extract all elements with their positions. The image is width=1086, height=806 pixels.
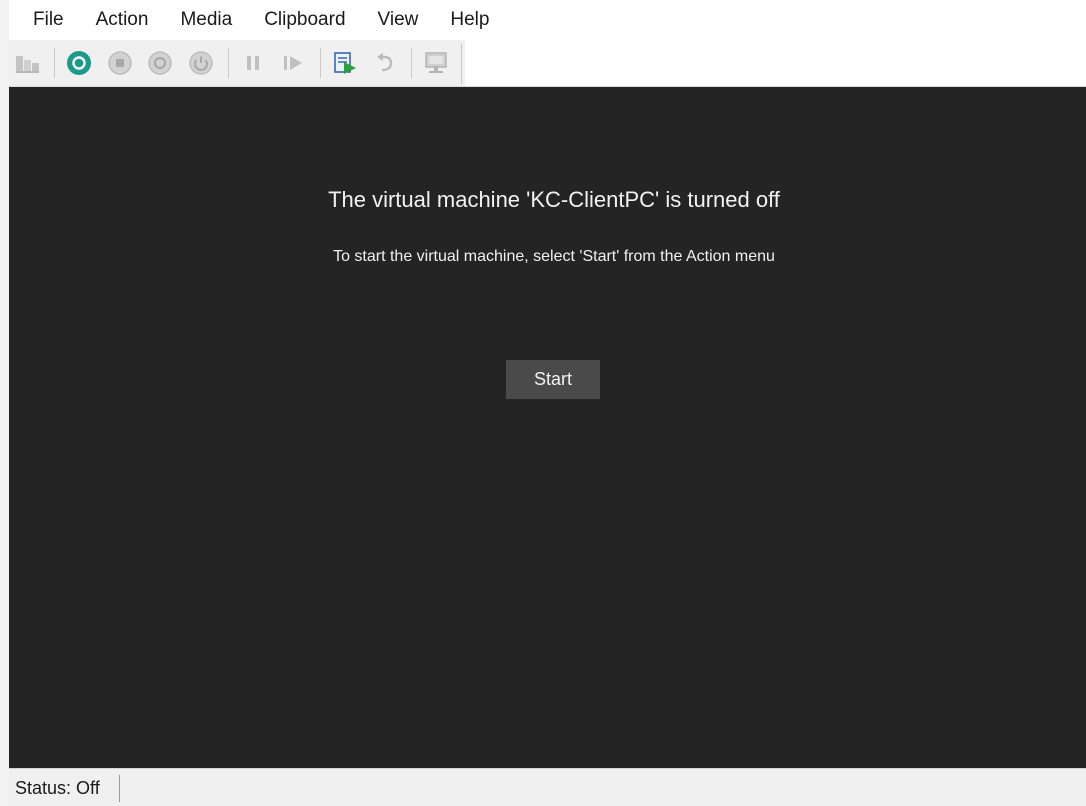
resume-icon	[284, 56, 302, 70]
pause-icon	[247, 56, 259, 70]
checkpoint-icon	[334, 52, 356, 74]
ctrl-alt-del-icon	[16, 56, 39, 73]
vm-off-title: The virtual machine 'KC-ClientPC' is tur…	[328, 187, 780, 212]
menu-view[interactable]: View	[362, 0, 435, 40]
toolbar-separator	[411, 48, 412, 78]
toolbar-end-separator	[461, 44, 462, 84]
vm-connection-window: File Action Media Clipboard View Help Th…	[0, 0, 1086, 806]
pause-toolbar-button[interactable]	[240, 50, 266, 76]
toolbar-separator	[320, 48, 321, 78]
vm-display-area[interactable]: The virtual machine 'KC-ClientPC' is tur…	[9, 87, 1086, 768]
menu-help[interactable]: Help	[434, 0, 505, 40]
start-toolbar-button[interactable]	[66, 50, 92, 76]
status-text: Status: Off	[15, 778, 100, 798]
shut-down-icon	[148, 51, 172, 75]
enhanced-session-toolbar-button[interactable]	[423, 50, 449, 76]
ctrl-alt-del-button[interactable]	[15, 50, 41, 76]
turn-off-toolbar-button[interactable]	[107, 50, 133, 76]
window-frame-edge	[0, 0, 9, 806]
save-icon	[189, 51, 213, 75]
menu-bar: File Action Media Clipboard View Help	[9, 0, 1086, 40]
save-toolbar-button[interactable]	[188, 50, 214, 76]
toolbar	[9, 40, 1086, 87]
menu-file[interactable]: File	[9, 0, 80, 40]
shut-down-toolbar-button[interactable]	[147, 50, 173, 76]
start-button[interactable]: Start	[506, 360, 600, 399]
enhanced-session-icon	[425, 52, 447, 73]
turn-off-icon	[108, 51, 132, 75]
menu-media[interactable]: Media	[164, 0, 248, 40]
toolbar-separator	[54, 48, 55, 78]
menu-clipboard[interactable]: Clipboard	[248, 0, 361, 40]
status-separator	[119, 775, 120, 802]
start-icon	[67, 51, 91, 75]
vm-off-instructions: To start the virtual machine, select 'St…	[333, 248, 775, 265]
checkpoint-toolbar-button[interactable]	[332, 50, 358, 76]
status-bar: Status: Off	[9, 768, 1086, 806]
revert-icon	[377, 53, 393, 72]
resume-toolbar-button[interactable]	[280, 50, 306, 76]
menu-action[interactable]: Action	[80, 0, 165, 40]
toolbar-separator	[228, 48, 229, 78]
revert-toolbar-button[interactable]	[372, 50, 398, 76]
